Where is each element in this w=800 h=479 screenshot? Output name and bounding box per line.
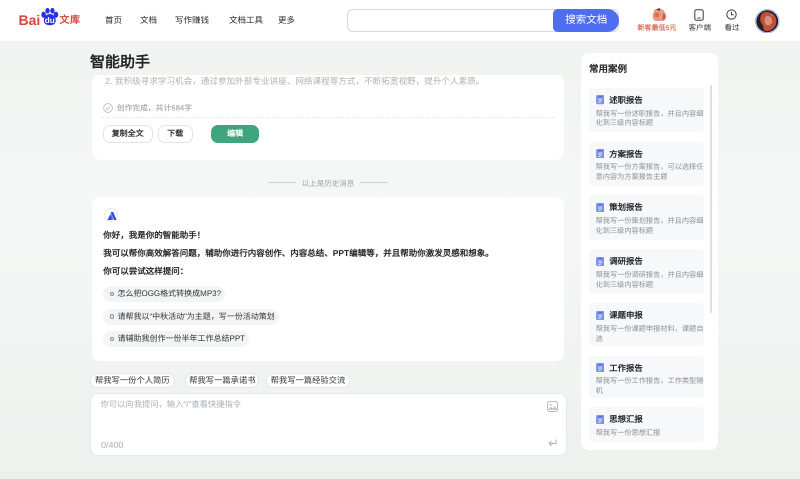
svg-text:du: du — [45, 15, 55, 24]
